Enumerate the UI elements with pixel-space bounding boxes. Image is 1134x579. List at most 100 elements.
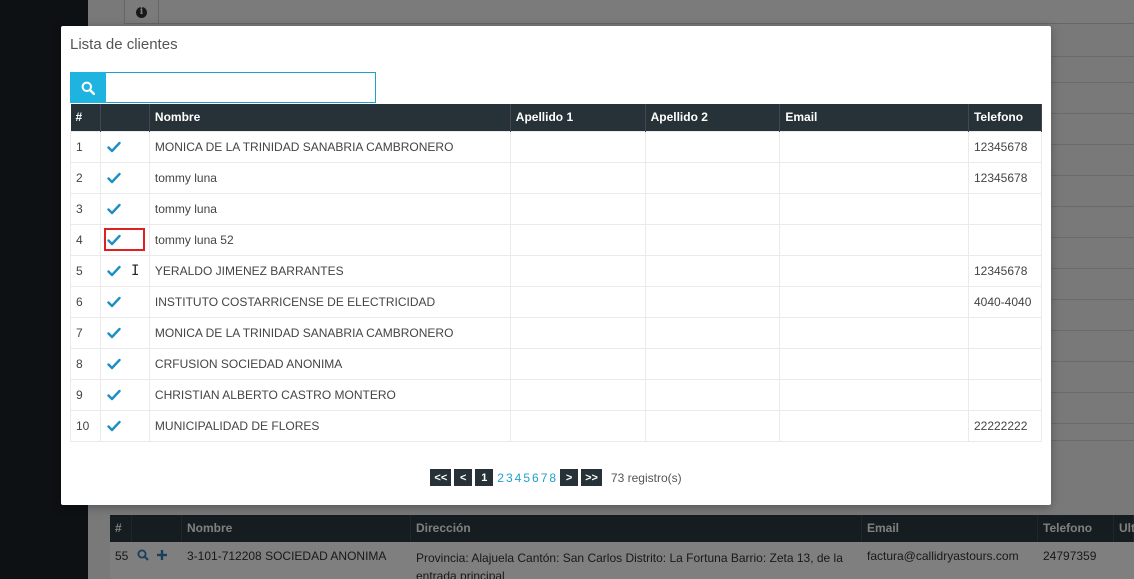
row-num: 5 [70, 254, 101, 287]
page-link[interactable]: 4 [514, 471, 523, 485]
select-cell[interactable] [99, 347, 150, 380]
row-apellido1 [509, 254, 646, 287]
check-icon[interactable] [107, 420, 121, 432]
select-cell[interactable] [99, 285, 150, 318]
select-cell[interactable] [99, 254, 150, 287]
table-row[interactable]: 5 YERALDO JIMENEZ BARRANTES 12345678 [70, 254, 1043, 287]
col-apellido2: Apellido 2 [645, 104, 781, 131]
select-cell[interactable] [99, 161, 150, 194]
row-email [779, 378, 969, 411]
row-email [779, 223, 969, 256]
col-nombre: Nombre [149, 104, 511, 131]
row-apellido1 [509, 316, 646, 349]
row-telefono [967, 347, 1043, 380]
row-apellido1 [509, 347, 646, 380]
check-icon[interactable] [107, 141, 121, 153]
table-row[interactable]: 10 MUNICIPALIDAD DE FLORES 22222222 [70, 409, 1043, 442]
select-cell[interactable] [99, 409, 150, 442]
row-email [779, 316, 969, 349]
table-row[interactable]: 4 tommy luna 52 [70, 223, 1043, 256]
row-apellido2 [644, 285, 781, 318]
pagination: << < 1 2345678 > >> 73 registro(s) [61, 469, 1051, 486]
select-cell[interactable] [99, 130, 150, 163]
text-cursor-icon: I [131, 263, 140, 279]
next-page-button[interactable]: > [560, 469, 579, 486]
col-telefono: Telefono [968, 104, 1043, 131]
row-nombre: MONICA DE LA TRINIDAD SANABRIA CAMBRONER… [148, 316, 511, 349]
row-telefono [967, 223, 1043, 256]
select-cell[interactable] [99, 316, 150, 349]
table-row[interactable]: 8 CRFUSION SOCIEDAD ANONIMA [70, 347, 1043, 380]
row-apellido1 [509, 161, 646, 194]
row-apellido2 [644, 130, 781, 163]
row-email [779, 254, 969, 287]
row-email [779, 409, 969, 442]
row-apellido2 [644, 378, 781, 411]
page-link[interactable]: 3 [505, 471, 514, 485]
row-telefono [967, 192, 1043, 225]
check-icon[interactable] [107, 389, 121, 401]
search-input[interactable] [106, 72, 376, 103]
modal-title: Lista de clientes [70, 36, 178, 53]
select-cell[interactable] [99, 192, 150, 225]
last-page-button[interactable]: >> [581, 469, 602, 486]
clients-modal: Lista de clientes # Nombre Apellido 1 Ap… [61, 26, 1051, 505]
page-link[interactable]: 8 [548, 471, 557, 485]
page-link[interactable]: 5 [522, 471, 531, 485]
search-bar [70, 72, 376, 103]
page-links: 2345678 [496, 471, 557, 485]
row-nombre: MUNICIPALIDAD DE FLORES [148, 409, 511, 442]
check-icon[interactable] [107, 327, 121, 339]
table-row[interactable]: 2 tommy luna 12345678 [70, 161, 1043, 194]
row-apellido2 [644, 254, 781, 287]
row-num: 3 [70, 192, 101, 225]
row-apellido1 [509, 192, 646, 225]
page-link[interactable]: 2 [496, 471, 505, 485]
select-cell[interactable] [99, 223, 150, 256]
table-row[interactable]: 9 CHRISTIAN ALBERTO CASTRO MONTERO [70, 378, 1043, 411]
row-apellido2 [644, 409, 781, 442]
select-cell[interactable] [99, 378, 150, 411]
row-email [779, 347, 969, 380]
row-email [779, 161, 969, 194]
check-icon[interactable] [107, 203, 121, 215]
row-num: 10 [70, 409, 101, 442]
row-telefono: 22222222 [967, 409, 1043, 442]
row-nombre: YERALDO JIMENEZ BARRANTES [148, 254, 511, 287]
table-row[interactable]: 7 MONICA DE LA TRINIDAD SANABRIA CAMBRONE… [70, 316, 1043, 349]
row-email [779, 285, 969, 318]
row-nombre: CRFUSION SOCIEDAD ANONIMA [148, 347, 511, 380]
row-telefono: 12345678 [967, 254, 1043, 287]
row-email [779, 192, 969, 225]
check-icon[interactable] [107, 296, 121, 308]
row-telefono: 4040-4040 [967, 285, 1043, 318]
page-link[interactable]: 6 [531, 471, 540, 485]
check-icon[interactable] [107, 234, 121, 246]
col-email: Email [779, 104, 969, 131]
table-row[interactable]: 1 MONICA DE LA TRINIDAD SANABRIA CAMBRONE… [70, 130, 1043, 163]
check-icon[interactable] [107, 265, 121, 277]
row-num: 9 [70, 378, 101, 411]
row-nombre: tommy luna [148, 192, 511, 225]
row-email [779, 130, 969, 163]
search-icon [81, 81, 95, 95]
table-row[interactable]: 6 INSTITUTO COSTARRICENSE DE ELECTRICIDAD… [70, 285, 1043, 318]
current-page[interactable]: 1 [475, 469, 494, 486]
first-page-button[interactable]: << [430, 469, 452, 486]
row-apellido1 [509, 378, 646, 411]
row-telefono: 12345678 [967, 130, 1043, 163]
search-button[interactable] [70, 72, 106, 103]
row-apellido1 [509, 130, 646, 163]
row-num: 2 [70, 161, 101, 194]
table-row[interactable]: 3 tommy luna [70, 192, 1043, 225]
prev-page-button[interactable]: < [454, 469, 473, 486]
check-icon[interactable] [107, 172, 121, 184]
check-icon[interactable] [107, 358, 121, 370]
row-apellido2 [644, 347, 781, 380]
row-telefono [967, 378, 1043, 411]
row-apellido1 [509, 409, 646, 442]
col-apellido1: Apellido 1 [510, 104, 646, 131]
table-header: # Nombre Apellido 1 Apellido 2 Email Tel… [70, 104, 1043, 131]
row-num: 8 [70, 347, 101, 380]
row-apellido2 [644, 316, 781, 349]
